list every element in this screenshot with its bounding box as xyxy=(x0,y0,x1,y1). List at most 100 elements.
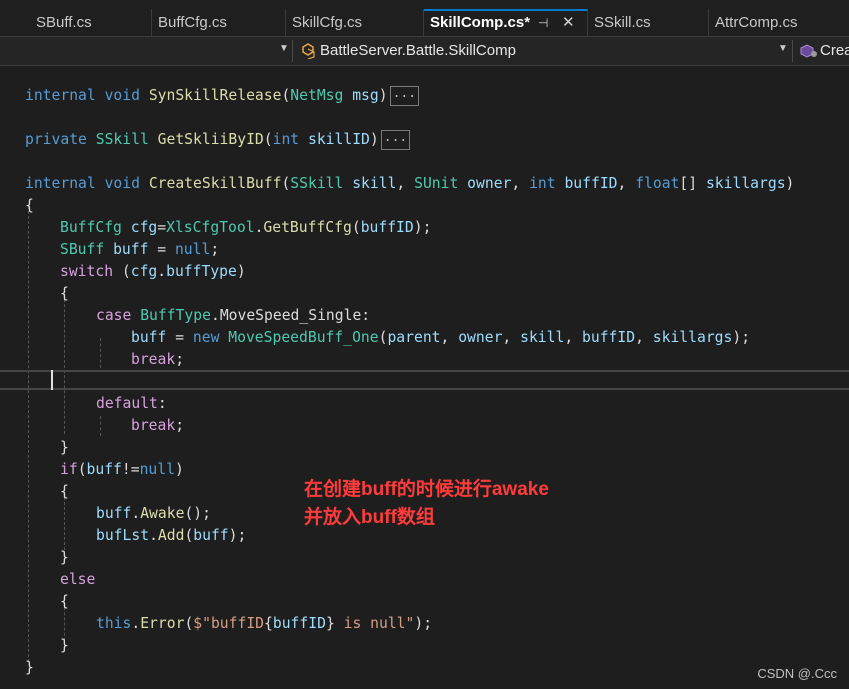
watermark: CSDN @.Ccc xyxy=(757,666,837,681)
code-line[interactable]: break; xyxy=(131,349,184,371)
code-editor[interactable]: internal void SynSkillRelease(NetMsg msg… xyxy=(0,66,849,689)
param-name: buffID xyxy=(564,175,618,192)
tab-label: BuffCfg.cs xyxy=(158,14,227,31)
code-line[interactable]: bufLst.Add(buff); xyxy=(96,525,246,547)
divider xyxy=(292,40,293,62)
method-cube-icon xyxy=(799,43,819,64)
code-line[interactable]: buff = new MoveSpeedBuff_One(parent, own… xyxy=(131,327,750,349)
code-line[interactable]: SBuff buff = null; xyxy=(60,239,219,261)
code-line[interactable]: internal void CreateSkillBuff(SSkill ski… xyxy=(25,173,794,195)
type-name: NetMsg xyxy=(290,87,344,104)
variable-name: bufLst xyxy=(96,527,150,544)
project-dropdown-arrow-icon[interactable]: ▼ xyxy=(279,43,289,54)
navigation-bar: ▼ BattleServer.Battle.SkillComp ▼ Crea xyxy=(0,36,849,66)
type-name: BuffType xyxy=(140,307,211,324)
code-line[interactable]: } xyxy=(60,547,69,569)
code-line[interactable]: else xyxy=(60,569,95,591)
divider xyxy=(792,40,793,62)
variable-name: buff xyxy=(131,329,167,346)
type-name: BuffCfg xyxy=(60,219,122,236)
method-name: Awake xyxy=(140,505,185,522)
tab-sbuff[interactable]: SBuff.cs xyxy=(30,9,152,36)
code-line[interactable]: BuffCfg cfg=XlsCfgTool.GetBuffCfg(buffID… xyxy=(60,217,431,239)
code-line[interactable]: { xyxy=(60,283,69,305)
code-line[interactable]: default: xyxy=(96,393,167,415)
code-line[interactable]: } xyxy=(60,437,69,459)
code-line[interactable]: private SSkill GetSkliiByID(int skillID)… xyxy=(25,129,411,151)
code-line[interactable]: } xyxy=(60,635,69,657)
method-name: CreateSkillBuff xyxy=(148,175,282,192)
code-line[interactable]: if(buff!=null) xyxy=(60,459,184,481)
keyword: float xyxy=(635,175,680,192)
type-name: SBuff xyxy=(60,241,105,258)
keyword: internal xyxy=(25,87,96,104)
code-line[interactable]: buff.Awake(); xyxy=(96,503,211,525)
keyword: int xyxy=(272,131,300,148)
method-name: GetBuffCfg xyxy=(263,219,352,236)
close-icon[interactable]: ✕ xyxy=(562,11,575,35)
method-name: SynSkillRelease xyxy=(148,87,282,104)
type-name: SSkill xyxy=(290,175,344,192)
variable-name: buffID xyxy=(360,219,414,236)
method-name: Error xyxy=(140,615,185,632)
member-path-dropdown[interactable]: BattleServer.Battle.SkillComp xyxy=(320,37,516,65)
method-name: Add xyxy=(157,527,185,544)
indent-guide xyxy=(28,206,29,662)
tab-label: AttrComp.cs xyxy=(715,14,798,31)
variable-name: buffID xyxy=(582,329,636,346)
keyword: private xyxy=(25,131,87,148)
collapsed-region-button[interactable]: ... xyxy=(380,130,411,150)
tab-attrcomp[interactable]: AttrComp.cs xyxy=(709,9,849,36)
pin-icon[interactable]: ⊣ xyxy=(538,11,548,35)
member-dropdown-arrow-icon[interactable]: ▼ xyxy=(778,43,788,54)
code-line[interactable]: case BuffType.MoveSpeed_Single: xyxy=(96,305,370,327)
variable-name: buff xyxy=(96,505,132,522)
variable-name: cfg xyxy=(130,263,158,280)
code-line[interactable]: switch (cfg.buffType) xyxy=(60,261,246,283)
type-name: XlsCfgTool xyxy=(166,219,255,236)
punct: ) xyxy=(378,87,388,104)
variable-name: buffID xyxy=(272,615,326,632)
code-line[interactable]: break; xyxy=(131,415,184,437)
current-line-highlight xyxy=(0,370,849,390)
variable-name: owner xyxy=(458,329,503,346)
keyword: new xyxy=(192,329,220,346)
variable-name: skill xyxy=(520,329,565,346)
tab-skillcfg[interactable]: SkillCfg.cs xyxy=(286,9,424,36)
variable-name: cfg xyxy=(130,219,158,236)
keyword: else xyxy=(60,571,96,588)
property-name: buffType xyxy=(166,263,237,280)
code-line[interactable]: { xyxy=(25,195,34,217)
collapsed-region-button[interactable]: ... xyxy=(389,86,420,106)
type-name: SUnit xyxy=(414,175,459,192)
variable-name: buff xyxy=(86,461,122,478)
punct: ) xyxy=(369,131,379,148)
method-dropdown[interactable]: Crea xyxy=(820,37,849,65)
keyword: default xyxy=(96,395,158,412)
keyword: case xyxy=(96,307,132,324)
keyword: int xyxy=(529,175,556,192)
keyword: internal xyxy=(25,175,96,192)
keyword: null xyxy=(174,241,211,258)
type-name: SSkill xyxy=(95,131,149,148)
variable-name: buff xyxy=(113,241,149,258)
document-tab-bar: SBuff.cs BuffCfg.cs SkillCfg.cs SkillCom… xyxy=(0,0,849,36)
variable-name: buff xyxy=(193,527,229,544)
code-line[interactable]: } xyxy=(25,657,34,679)
keyword: null xyxy=(139,461,175,478)
code-line[interactable]: { xyxy=(60,591,69,613)
tab-buffcfg[interactable]: BuffCfg.cs xyxy=(152,9,286,36)
code-line[interactable]: { xyxy=(60,481,69,503)
param-name: msg xyxy=(352,87,379,104)
tab-label: SkillCfg.cs xyxy=(292,14,363,31)
tab-label: SBuff.cs xyxy=(36,14,92,31)
string-literal: $"buffID xyxy=(193,615,265,632)
tab-skillcomp[interactable]: SkillComp.cs* ⊣ ✕ xyxy=(424,9,588,36)
method-name: GetSkliiByID xyxy=(157,131,264,148)
code-line[interactable]: internal void SynSkillRelease(NetMsg msg… xyxy=(25,85,420,107)
param-name: skillID xyxy=(308,131,370,148)
variable-name: parent xyxy=(387,329,441,346)
code-line[interactable]: this.Error($"buffID{buffID} is null"); xyxy=(96,613,432,635)
tab-sskill[interactable]: SSkill.cs xyxy=(588,9,709,36)
punct: ( xyxy=(281,87,291,104)
